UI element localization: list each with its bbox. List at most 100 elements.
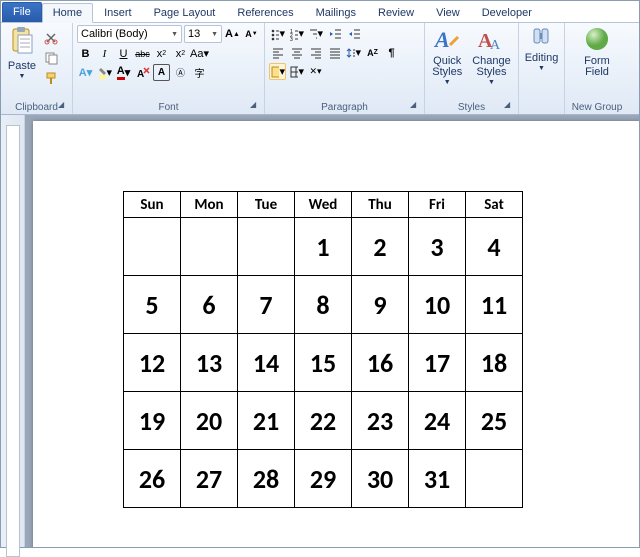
highlight-button[interactable]: ▾ (96, 64, 113, 81)
paste-button[interactable]: Paste ▼ (5, 25, 39, 80)
table-row: 262728293031 (124, 450, 523, 508)
cut-button[interactable] (42, 29, 59, 46)
character-border-button[interactable]: A (153, 64, 170, 81)
show-marks-button[interactable]: ¶ (383, 44, 400, 61)
tab-insert[interactable]: Insert (93, 3, 143, 22)
paragraph-dialog-launcher[interactable]: ◢ (410, 100, 422, 112)
superscript-button[interactable]: x2 (172, 45, 189, 62)
change-styles-icon: AA (476, 25, 506, 55)
numbering-button[interactable]: 123▾ (288, 25, 305, 42)
calendar-day-cell[interactable]: 24 (409, 392, 466, 450)
line-spacing-button[interactable]: ▾ (345, 44, 362, 61)
calendar-day-cell[interactable]: 12 (124, 334, 181, 392)
calendar-day-cell[interactable]: 14 (238, 334, 295, 392)
shrink-font-button[interactable]: A▼ (243, 26, 260, 43)
tab-page-layout[interactable]: Page Layout (143, 3, 227, 22)
calendar-day-cell[interactable] (466, 450, 523, 508)
quick-styles-button[interactable]: A Quick Styles ▼ (430, 25, 464, 86)
calendar-day-cell[interactable] (181, 218, 238, 276)
strikethrough-button[interactable]: abc (134, 45, 151, 62)
group-paragraph-label: Paragraph (269, 100, 420, 113)
format-painter-button[interactable] (42, 69, 59, 86)
calendar-day-cell[interactable]: 4 (466, 218, 523, 276)
group-styles-label: Styles (429, 100, 514, 113)
page-area[interactable]: SunMonTueWedThuFriSat 123456789101112131… (25, 115, 639, 547)
calendar-day-cell[interactable]: 3 (409, 218, 466, 276)
calendar-day-cell[interactable]: 30 (352, 450, 409, 508)
subscript-button[interactable]: x2 (153, 45, 170, 62)
clear-formatting-button[interactable]: A (134, 64, 151, 81)
calendar-day-cell[interactable]: 16 (352, 334, 409, 392)
calendar-day-cell[interactable]: 21 (238, 392, 295, 450)
calendar-day-cell[interactable]: 1 (295, 218, 352, 276)
phonetic-guide-button[interactable]: Ⓐ (172, 64, 189, 81)
bullets-button[interactable]: ▾ (269, 25, 286, 42)
copy-button[interactable] (42, 49, 59, 66)
underline-button[interactable]: U (115, 45, 132, 62)
calendar-day-cell[interactable]: 28 (238, 450, 295, 508)
calendar-day-cell[interactable]: 10 (409, 276, 466, 334)
calendar-day-cell[interactable]: 2 (352, 218, 409, 276)
grow-font-button[interactable]: A▲ (224, 26, 241, 43)
asian-layout-button[interactable]: ✕▾ (307, 63, 324, 80)
dropdown-arrow-icon: ▼ (19, 73, 26, 80)
tab-home[interactable]: Home (42, 3, 93, 23)
sort-button[interactable]: AZ (364, 44, 381, 61)
tab-file[interactable]: File (2, 2, 42, 22)
tab-developer[interactable]: Developer (471, 3, 543, 22)
calendar-day-cell[interactable]: 23 (352, 392, 409, 450)
change-case-button[interactable]: Aa▾ (191, 45, 208, 62)
calendar-day-cell[interactable]: 20 (181, 392, 238, 450)
text-effects-button[interactable]: A▾ (77, 64, 94, 81)
dropdown-arrow-icon: ▼ (444, 79, 451, 86)
calendar-day-cell[interactable]: 26 (124, 450, 181, 508)
justify-button[interactable] (326, 44, 343, 61)
italic-button[interactable]: I (96, 45, 113, 62)
editing-button[interactable]: Editing ▼ (523, 25, 561, 72)
change-styles-button[interactable]: AA Change Styles ▼ (470, 25, 513, 86)
calendar-day-cell[interactable] (238, 218, 295, 276)
decrease-indent-button[interactable] (326, 25, 343, 42)
calendar-day-cell[interactable]: 6 (181, 276, 238, 334)
calendar-day-cell[interactable]: 31 (409, 450, 466, 508)
shading-button[interactable]: ▾ (269, 63, 286, 80)
calendar-day-cell[interactable]: 18 (466, 334, 523, 392)
vertical-ruler[interactable] (1, 115, 25, 547)
calendar-day-cell[interactable]: 25 (466, 392, 523, 450)
clipboard-dialog-launcher[interactable]: ◢ (58, 100, 70, 112)
calendar-day-cell[interactable]: 5 (124, 276, 181, 334)
tab-mailings[interactable]: Mailings (305, 3, 367, 22)
document-page: SunMonTueWedThuFriSat 123456789101112131… (33, 121, 639, 547)
bold-button[interactable]: B (77, 45, 94, 62)
calendar-day-cell[interactable]: 8 (295, 276, 352, 334)
calendar-day-cell[interactable]: 27 (181, 450, 238, 508)
font-size-selector[interactable]: 13 ▼ (184, 25, 222, 43)
calendar-day-cell[interactable]: 11 (466, 276, 523, 334)
ribbon: Paste ▼ Clipboard ◢ Calibri (Body) ▼ 13 … (1, 23, 639, 115)
calendar-day-cell[interactable]: 15 (295, 334, 352, 392)
font-color-button[interactable]: A▾ (115, 64, 132, 81)
align-left-button[interactable] (269, 44, 286, 61)
font-name-selector[interactable]: Calibri (Body) ▼ (77, 25, 182, 43)
tab-references[interactable]: References (226, 3, 304, 22)
tab-view[interactable]: View (425, 3, 471, 22)
font-dialog-launcher[interactable]: ◢ (250, 100, 262, 112)
enclose-characters-button[interactable]: 字 (191, 64, 208, 81)
styles-dialog-launcher[interactable]: ◢ (504, 100, 516, 112)
align-right-button[interactable] (307, 44, 324, 61)
dropdown-arrow-icon: ▼ (538, 65, 545, 72)
increase-indent-button[interactable] (345, 25, 362, 42)
calendar-day-cell[interactable]: 13 (181, 334, 238, 392)
form-field-button[interactable]: Form Field (580, 25, 614, 78)
tab-review[interactable]: Review (367, 3, 425, 22)
calendar-day-cell[interactable]: 29 (295, 450, 352, 508)
calendar-day-cell[interactable]: 7 (238, 276, 295, 334)
borders-button[interactable]: ▾ (288, 63, 305, 80)
calendar-day-cell[interactable]: 22 (295, 392, 352, 450)
multilevel-list-button[interactable]: ▾ (307, 25, 324, 42)
align-center-button[interactable] (288, 44, 305, 61)
calendar-day-cell[interactable]: 9 (352, 276, 409, 334)
calendar-day-cell[interactable]: 19 (124, 392, 181, 450)
calendar-day-cell[interactable] (124, 218, 181, 276)
calendar-day-cell[interactable]: 17 (409, 334, 466, 392)
